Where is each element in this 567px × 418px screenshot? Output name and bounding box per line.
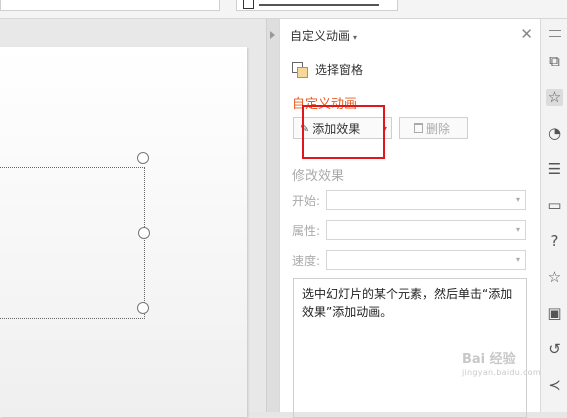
pane-splitter[interactable] (266, 19, 280, 412)
speed-select[interactable]: ▾ (326, 250, 526, 270)
selection-pane-button[interactable]: 选择窗格 (292, 61, 363, 78)
property-select[interactable]: ▾ (326, 220, 526, 240)
delete-label: 删除 (426, 121, 451, 136)
caret-down-icon: ▾ (353, 33, 358, 42)
start-row: 开始: ▾ (292, 190, 526, 210)
trash-icon (414, 123, 423, 133)
right-tool-strip: ⧉ ☆ ◔ ☰ ▭ ? ☆ ▣ ↺ ≺ (540, 19, 567, 412)
chevron-down-icon: ▾ (515, 225, 520, 234)
property-label: 属性: (292, 223, 321, 238)
star-animation-icon[interactable]: ☆ (546, 89, 563, 106)
chevron-down-icon: ▾ (515, 255, 520, 264)
chevron-down-icon: ▾ (515, 195, 520, 204)
start-select[interactable]: ▾ (326, 190, 526, 210)
top-toolbar (0, 0, 567, 19)
property-row: 属性: ▾ (292, 220, 526, 240)
slide-canvas-area (0, 19, 266, 417)
modify-effect-title: 修改效果 (292, 169, 345, 184)
add-effect-button[interactable]: ✎ 添加效果 ▾ (293, 117, 392, 139)
collapse-arrow-icon[interactable] (270, 31, 275, 39)
toolbar-group-left (0, 0, 220, 11)
selection-pane-icon (292, 62, 308, 78)
toolbar-checkbox-icon[interactable] (243, 0, 254, 9)
watermark-brand: Bai 经验 (462, 352, 516, 367)
pen-icon: ✎ (300, 121, 310, 135)
resize-handle-middle-right[interactable] (138, 227, 150, 239)
settings-sliders-icon[interactable]: ☰ (546, 161, 563, 178)
close-icon[interactable]: ✕ (520, 25, 533, 43)
section-title-custom-animation: 自定义动画 (292, 97, 358, 112)
toolbar-truncated-label (259, 0, 379, 6)
archive-icon[interactable]: ▭ (546, 197, 563, 214)
layers-icon[interactable]: ⧉ (546, 53, 563, 70)
image-icon[interactable]: ▣ (546, 305, 563, 322)
start-label: 开始: (292, 193, 321, 208)
resize-handle-top-right[interactable] (137, 152, 149, 164)
slide[interactable] (0, 47, 247, 417)
slide-placeholder-box[interactable] (0, 167, 145, 319)
speed-row: 速度: ▾ (292, 250, 526, 270)
help-icon[interactable]: ? (546, 233, 563, 250)
selection-pane-label: 选择窗格 (315, 63, 364, 77)
baidu-watermark: Bai 经验 jingyan.baidu.com (462, 348, 541, 377)
resize-handle-bottom-right[interactable] (137, 302, 149, 314)
share-icon[interactable]: ≺ (546, 377, 563, 394)
grip-icon (549, 30, 561, 37)
chevron-down-icon[interactable]: ▾ (383, 124, 387, 133)
add-effect-label: 添加效果 (312, 121, 361, 136)
delete-button[interactable]: 删除 (399, 117, 468, 139)
toolbar-group-right (236, 0, 398, 11)
speed-label: 速度: (292, 253, 321, 268)
pane-title-dropdown[interactable]: 自定义动画 ▾ (290, 27, 357, 44)
star-icon[interactable]: ☆ (546, 269, 563, 286)
shapes-icon[interactable]: ◔ (546, 125, 563, 142)
history-icon[interactable]: ↺ (546, 341, 563, 358)
watermark-url: jingyan.baidu.com (462, 368, 541, 377)
pane-title-text: 自定义动画 (290, 29, 351, 43)
